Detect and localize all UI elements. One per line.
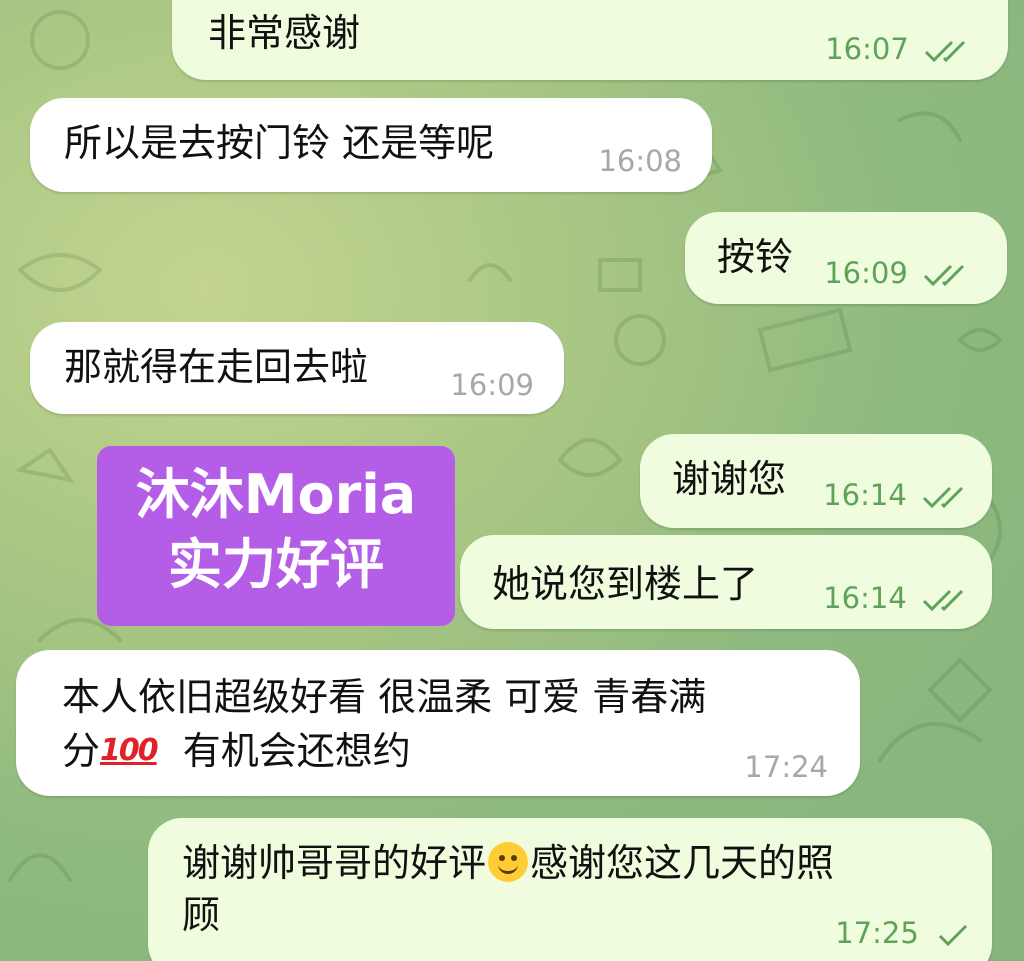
double-check-icon	[922, 486, 964, 509]
message-text: 所以是去按门铃 还是等呢	[64, 121, 495, 165]
message-bubble-incoming[interactable]: 本人依旧超级好看 很温柔 可爱 青春满 分100 有机会还想约 17:24	[16, 650, 860, 796]
message-time: 16:09	[450, 368, 534, 402]
sticker-line-2: 实力好评	[168, 533, 384, 596]
message-text: 那就得在走回去啦	[64, 345, 369, 389]
message-text: 谢谢您	[672, 457, 787, 501]
message-text-line-2: 分100 有机会还想约	[62, 726, 411, 776]
double-check-icon	[923, 264, 965, 287]
message-text: 她说您到楼上了	[492, 562, 759, 606]
hundred-points-icon: 100	[100, 733, 159, 768]
message-text: 按铃	[717, 235, 794, 279]
message-bubble-outgoing[interactable]: 谢谢帅哥哥的好评 感谢您这几天的照 顾 17:25	[148, 818, 992, 961]
message-bubble-incoming[interactable]: 所以是去按门铃 还是等呢 16:08	[30, 98, 712, 192]
message-time: 17:24	[744, 750, 828, 784]
single-check-icon	[938, 924, 968, 947]
message-time: 16:14	[823, 478, 970, 512]
message-bubble-incoming[interactable]: 那就得在走回去啦 16:09	[30, 322, 564, 414]
double-check-icon	[922, 589, 964, 612]
message-time: 16:07	[825, 32, 972, 66]
message-time: 16:14	[823, 581, 970, 615]
message-text-line-2: 顾	[182, 893, 221, 937]
double-check-icon	[924, 40, 966, 63]
message-text-line-1: 谢谢帅哥哥的好评 感谢您这几天的照	[182, 841, 835, 885]
message-time: 16:09	[824, 256, 971, 290]
sticker-line-1: 沐沐Moria	[135, 463, 417, 526]
message-text: 非常感谢	[208, 11, 361, 55]
message-bubble-outgoing[interactable]: 按铃 16:09	[685, 212, 1007, 304]
message-text-line-1: 本人依旧超级好看 很温柔 可爱 青春满	[62, 675, 707, 719]
message-bubble-outgoing[interactable]: 谢谢您 16:14	[640, 434, 992, 528]
message-bubble-outgoing[interactable]: 非常感谢 16:07	[172, 0, 1008, 80]
message-time: 16:08	[598, 144, 682, 178]
chat-background: 非常感谢 16:07 所以是去按门铃 还是等呢 16:08 按铃 16:09 那…	[0, 0, 1024, 961]
smiling-face-icon	[488, 842, 529, 882]
sticker[interactable]: 沐沐Moria 实力好评	[97, 446, 455, 626]
message-bubble-outgoing[interactable]: 她说您到楼上了 16:14	[460, 535, 992, 629]
message-time: 17:25	[835, 916, 970, 950]
